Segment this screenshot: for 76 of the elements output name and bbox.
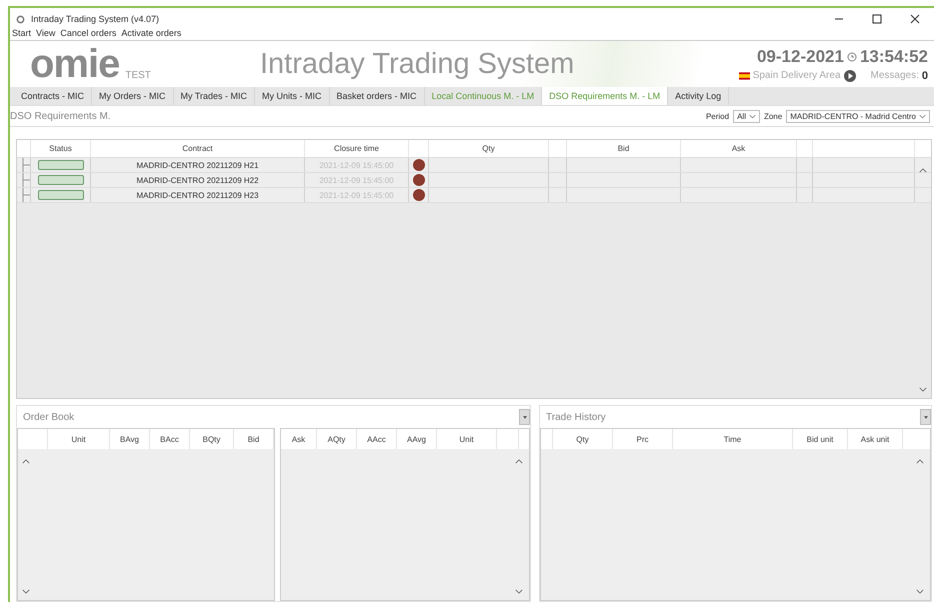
column-header[interactable]: Closure time [305, 140, 409, 157]
status-dot-icon [412, 189, 424, 201]
scroll-down-icon[interactable] [916, 589, 924, 594]
column-header[interactable]: BAvg [110, 429, 150, 449]
status-badge [38, 160, 84, 170]
column-header[interactable]: BAcc [150, 429, 190, 449]
menu-item[interactable]: Activate orders [121, 28, 182, 38]
table-cell: MADRID-CENTRO 20211209 H22 [91, 173, 305, 187]
play-icon[interactable] [844, 70, 856, 82]
time-text: 13:54:52 [860, 46, 928, 66]
menu-item[interactable]: Start [12, 28, 32, 38]
scroll-up-icon[interactable] [916, 459, 924, 464]
tab[interactable]: My Orders - MIC [92, 87, 174, 105]
column-header[interactable]: Ask [681, 140, 797, 157]
panel-title: Order Book [23, 412, 74, 422]
tab[interactable]: Contracts - MIC [14, 87, 92, 105]
column-header[interactable]: Qty [553, 429, 613, 449]
maximize-icon[interactable] [872, 14, 882, 24]
table-cell: MADRID-CENTRO 20211209 H21 [91, 158, 305, 172]
scroll-down-icon[interactable] [22, 589, 30, 594]
column-header[interactable]: Ask [281, 429, 317, 449]
logo-tag: TEST [125, 70, 151, 83]
column-header[interactable]: Unit [48, 429, 110, 449]
caret-icon [924, 416, 928, 418]
menu-item[interactable]: Cancel orders [60, 28, 116, 38]
tab[interactable]: Activity Log [668, 87, 730, 105]
status-badge [38, 190, 84, 200]
messages-count: 0 [922, 70, 928, 82]
collapse-button[interactable] [920, 409, 931, 425]
table-cell: MADRID-CENTRO 20211209 H23 [91, 188, 305, 202]
column-header[interactable]: Time [673, 429, 793, 449]
collapse-button[interactable] [519, 409, 530, 425]
section-title: DSO Requirements M. [10, 110, 111, 122]
column-header[interactable]: BQty [190, 429, 234, 449]
zone-label: Zone [764, 112, 782, 120]
column-header[interactable]: Status [31, 140, 91, 157]
status-dot-icon [412, 174, 424, 186]
column-header[interactable]: Bid [567, 140, 681, 157]
column-header[interactable]: AAvg [397, 429, 437, 449]
caret-icon [522, 416, 526, 418]
status-dot-icon [412, 159, 424, 171]
scroll-up-icon[interactable] [22, 459, 30, 464]
scroll-down-icon[interactable] [515, 589, 523, 594]
period-label: Period [706, 112, 730, 120]
menu-item[interactable]: View [36, 28, 56, 38]
messages-label: Messages: [870, 70, 919, 81]
close-icon[interactable] [910, 14, 920, 24]
app-name: Intraday Trading System [260, 48, 574, 80]
column-header[interactable]: AAcc [357, 429, 397, 449]
window-title: Intraday Trading System (v4.07) [31, 14, 160, 24]
tab[interactable]: My Trades - MIC [174, 87, 256, 105]
clock-icon [846, 52, 857, 62]
column-header[interactable]: Contract [91, 140, 305, 157]
app-icon [16, 14, 25, 24]
flag-icon [738, 72, 750, 80]
tab[interactable]: My Units - MIC [255, 87, 330, 105]
column-header[interactable]: Qty [429, 140, 549, 157]
column-header[interactable]: AQty [317, 429, 357, 449]
date-text: 09-12-2021 [756, 46, 844, 66]
status-badge [38, 175, 84, 185]
scroll-down-icon[interactable] [919, 387, 927, 392]
column-header[interactable]: Ask unit [848, 429, 903, 449]
delivery-area: Spain Delivery Area [752, 70, 841, 81]
column-header[interactable]: Bid [234, 429, 274, 449]
column-header[interactable]: Unit [437, 429, 497, 449]
period-dropdown[interactable]: All [733, 110, 760, 122]
column-header[interactable]: Bid unit [793, 429, 848, 449]
chevron-icon [919, 114, 926, 118]
scroll-up-icon[interactable] [515, 459, 523, 464]
panel-title: Trade History [546, 412, 606, 422]
tab[interactable]: Basket orders - MIC [330, 87, 425, 105]
zone-dropdown[interactable]: MADRID-CENTRO - Madrid Centro [786, 110, 930, 122]
chevron-icon [748, 114, 756, 118]
logo: omie [30, 45, 120, 83]
scroll-up-icon[interactable] [919, 168, 927, 173]
column-header[interactable]: Prc [613, 429, 673, 449]
